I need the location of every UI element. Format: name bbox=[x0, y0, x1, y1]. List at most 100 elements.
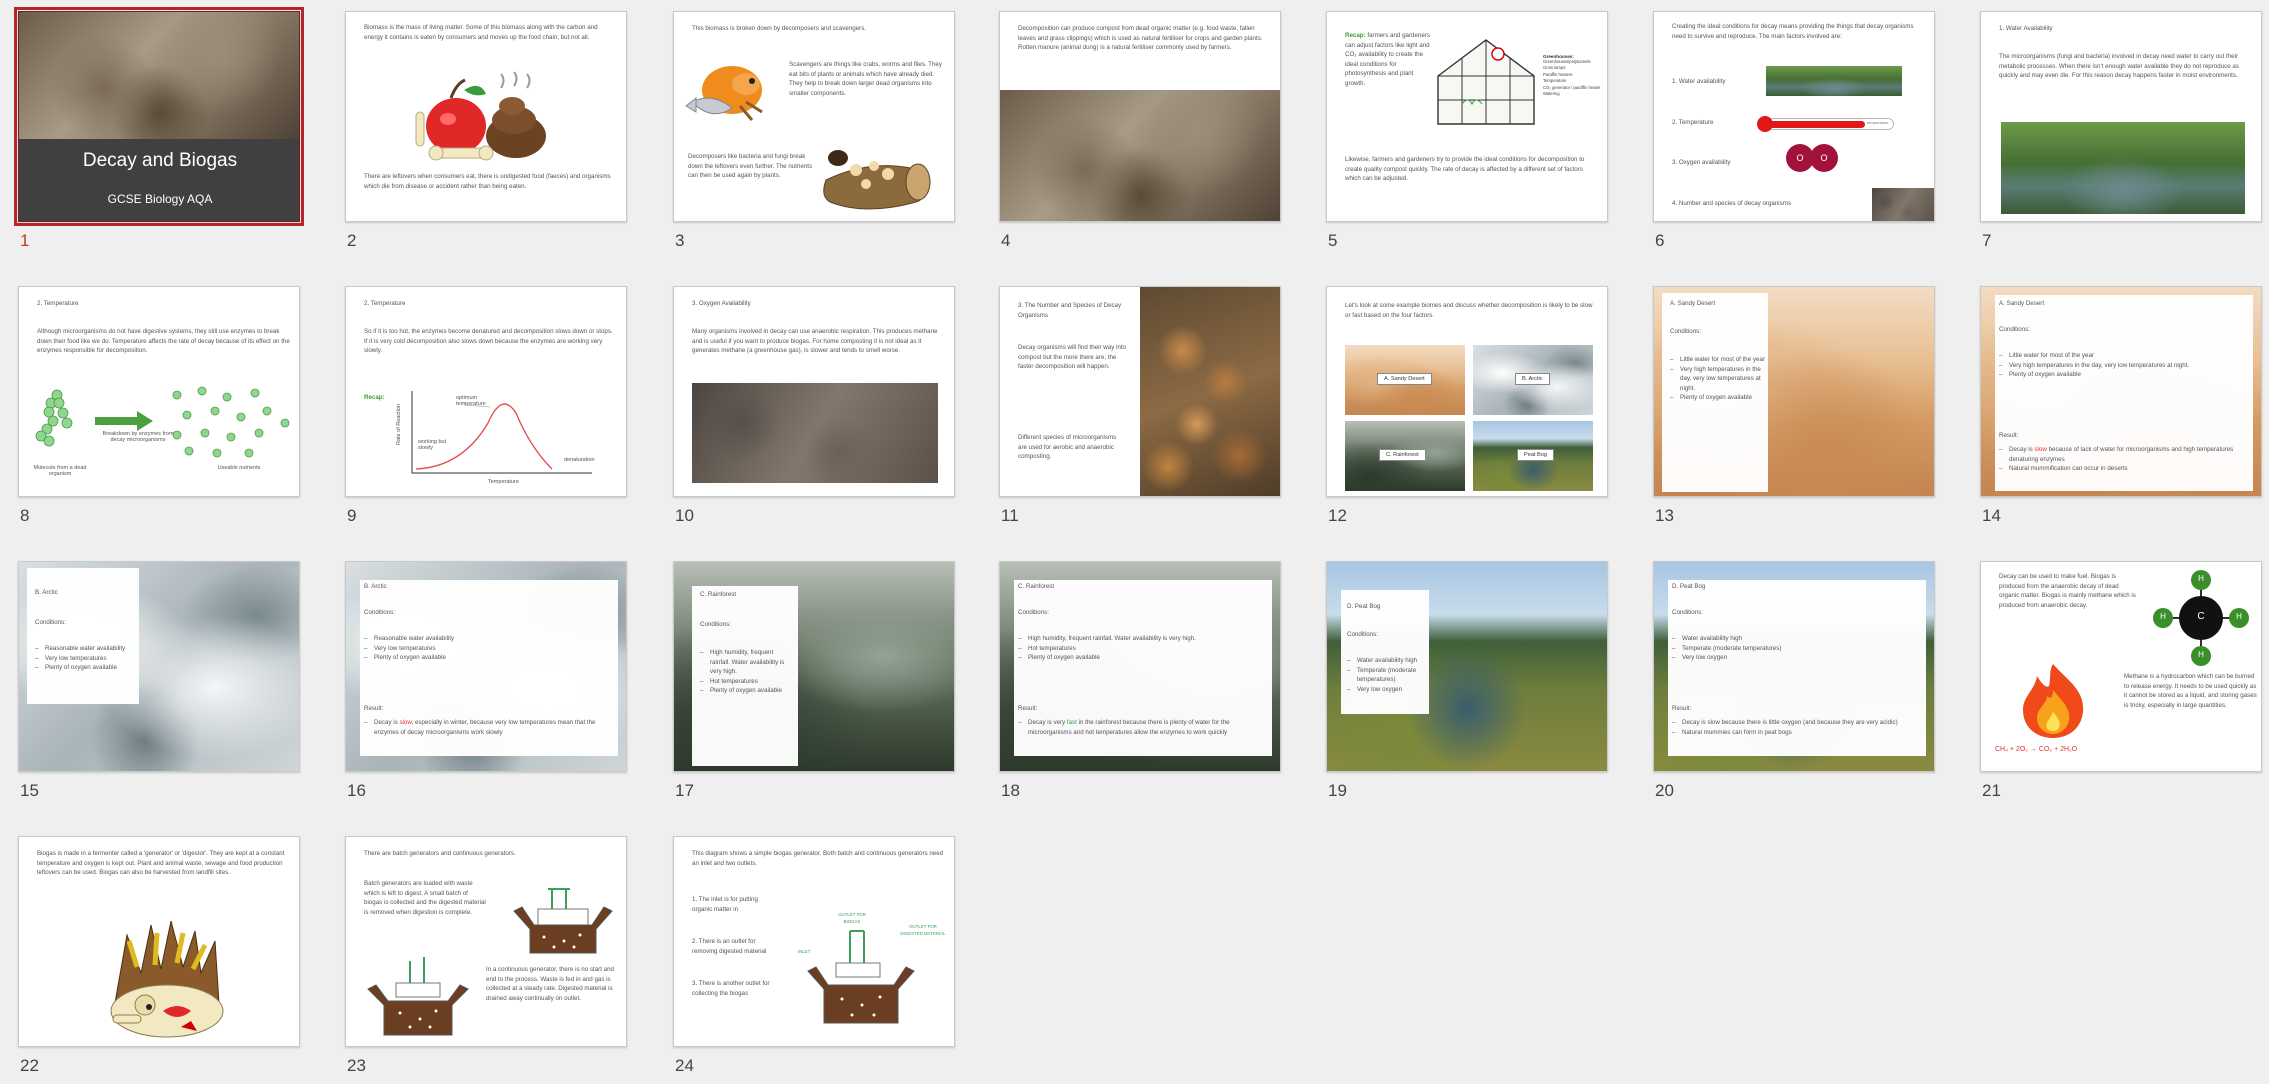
slide-number: 16 bbox=[347, 781, 366, 800]
slide-thumbnail-9[interactable]: 2. Temperature So if it is too hot, the … bbox=[345, 286, 627, 497]
slide-cell-11: 3. The Number and Species of Decay Organ… bbox=[999, 286, 1281, 525]
biome-label-desert: A. Sandy Desert bbox=[1377, 373, 1432, 385]
text-card: B. Arctic Conditions: Reasonable water a… bbox=[27, 568, 139, 704]
slide-sorter-grid: Decay and Biogas GCSE Biology AQA 1 Biom… bbox=[0, 0, 2269, 1084]
continuous-generator-illustration bbox=[367, 957, 469, 1036]
slide-thumbnail-5[interactable]: Recap: farmers and gardeners can adjust … bbox=[1326, 11, 1608, 222]
result-label: Result: bbox=[1999, 432, 2019, 439]
recap-text: farmers and gardeners can adjust factors… bbox=[1345, 32, 1430, 87]
slide-thumbnail-11[interactable]: 3. The Number and Species of Decay Organ… bbox=[999, 286, 1281, 497]
soil-photo bbox=[692, 383, 938, 483]
slide-thumbnail-1[interactable]: Decay and Biogas GCSE Biology AQA bbox=[14, 7, 304, 226]
result-item: Decay is slow because there is little ox… bbox=[1672, 718, 1922, 728]
step-item: 1. The inlet is for putting organic matt… bbox=[692, 896, 758, 913]
list-item: Water availability high bbox=[1347, 656, 1427, 666]
slide-thumbnail-21[interactable]: Decay can be used to make fuel. Biogas i… bbox=[1980, 561, 2262, 772]
landfill-waste-illustration bbox=[110, 920, 224, 1038]
greenhouse-icon bbox=[1437, 39, 1535, 125]
slide-thumbnail-16[interactable]: B. Arctic Conditions: Reasonable water a… bbox=[345, 561, 627, 772]
digested-outlet-label: OUTLET FOR DIGESTED MATERIAL bbox=[900, 924, 946, 936]
slide-heading: 1. Water Availability bbox=[1999, 25, 2053, 32]
denaturation-label: denaturation bbox=[564, 457, 595, 463]
list-item: Little water for most of the year bbox=[1670, 355, 1766, 365]
slide-thumbnail-23[interactable]: There are batch generators and continuou… bbox=[345, 836, 627, 1047]
slide-cell-3: This biomass is broken down by decompose… bbox=[673, 11, 955, 250]
list-item: Plenty of oxygen available bbox=[35, 663, 135, 673]
enzyme-breakdown-diagram bbox=[35, 386, 290, 458]
slide-cell-19: D. Peat Bog Conditions: Water availabili… bbox=[1326, 561, 1608, 800]
list-item: High humidity, frequent rainfall. Water … bbox=[700, 648, 794, 677]
slide-number: 21 bbox=[1982, 781, 2001, 800]
slide-thumbnail-6[interactable]: Creating the ideal conditions for decay … bbox=[1653, 11, 1935, 222]
slide-text: Different species of microorganisms are … bbox=[1018, 434, 1117, 461]
slide-thumbnail-3[interactable]: This biomass is broken down by decompose… bbox=[673, 11, 955, 222]
fungi-photo bbox=[1140, 287, 1280, 496]
slide-cell-17: C. Rainforest Conditions: High humidity,… bbox=[673, 561, 955, 800]
slide-thumbnail-24[interactable]: This diagram shows a simple biogas gener… bbox=[673, 836, 955, 1047]
hydrogen-label: H bbox=[2198, 574, 2204, 583]
slide-thumbnail-22[interactable]: Biogas is made in a fermenter called a '… bbox=[18, 836, 300, 1047]
log-fungi-illustration bbox=[823, 150, 931, 210]
flame-icon bbox=[2023, 664, 2084, 738]
step-item: 3. There is another outlet for collectin… bbox=[692, 980, 770, 997]
conditions-label: Conditions: bbox=[1347, 631, 1378, 638]
batch-generator-illustration bbox=[513, 888, 613, 954]
conditions-list: Little water for most of the year Very h… bbox=[1999, 351, 2247, 380]
slide-thumbnail-17[interactable]: C. Rainforest Conditions: High humidity,… bbox=[673, 561, 955, 772]
slide-heading: C. Rainforest bbox=[1018, 583, 1055, 590]
graph-xlabel: Temperature bbox=[488, 479, 519, 485]
slide-heading: D. Peat Bog bbox=[1347, 603, 1381, 610]
slide-text: Decay can be used to make fuel. Biogas i… bbox=[1999, 573, 2136, 609]
text-card: C. Rainforest Conditions: High humidity,… bbox=[692, 586, 798, 766]
step-item: 2. There is an outlet for removing diges… bbox=[692, 938, 767, 955]
slide-thumbnail-8[interactable]: 2. Temperature Although microorganisms d… bbox=[18, 286, 300, 497]
slide-heading: D. Peat Bog bbox=[1672, 583, 1706, 590]
slide-thumbnail-4[interactable]: Decomposition can produce compost from d… bbox=[999, 11, 1281, 222]
slide-heading: 3. The Number and Species of Decay Organ… bbox=[1018, 302, 1122, 319]
factor-item: 2. Temperature bbox=[1672, 119, 1714, 126]
slide-thumbnail-19[interactable]: D. Peat Bog Conditions: Water availabili… bbox=[1326, 561, 1608, 772]
oxygen-atom: O bbox=[1810, 144, 1838, 172]
slide-cell-9: 2. Temperature So if it is too hot, the … bbox=[345, 286, 627, 525]
biome-label-rainforest: C. Rainforest bbox=[1379, 449, 1426, 461]
slide-thumbnail-12[interactable]: Let's look at some example biomes and di… bbox=[1326, 286, 1608, 497]
slide-text: This diagram shows a simple biogas gener… bbox=[692, 850, 944, 867]
slide-number: 3 bbox=[675, 231, 685, 250]
conditions-list: Water availability high Temperate (moder… bbox=[1347, 656, 1427, 694]
slide-thumbnail-7[interactable]: 1. Water Availability The microorganisms… bbox=[1980, 11, 2262, 222]
list-item: Very low temperatures bbox=[364, 644, 612, 654]
slide-thumbnail-10[interactable]: 3. Oxygen Availability Many organisms in… bbox=[673, 286, 955, 497]
slide-heading: B. Arctic bbox=[35, 589, 58, 596]
combustion-equation: CH₄ + 2O₂ → CO₂ + 2H₂O bbox=[1995, 746, 2078, 753]
food-waste-illustration bbox=[415, 71, 546, 161]
slide-heading: B. Arctic bbox=[364, 583, 387, 590]
list-item: Very low temperatures bbox=[35, 654, 135, 664]
text-card: A. Sandy Desert Conditions: Little water… bbox=[1995, 295, 2253, 491]
slide-text: The microorganisms (fungi and bacteria) … bbox=[1999, 53, 2239, 80]
slide-number: 19 bbox=[1328, 781, 1347, 800]
list-item: Very low oxygen bbox=[1347, 685, 1427, 695]
text-card: A. Sandy Desert Conditions: Little water… bbox=[1662, 293, 1768, 492]
slide-text: Methane is a hydrocarbon which can be bu… bbox=[2124, 673, 2257, 709]
slide-thumbnail-2[interactable]: Biomass is the mass of living matter. So… bbox=[345, 11, 627, 222]
result-list: Decay is very fast in the rainforest bec… bbox=[1018, 718, 1268, 737]
list-item: Temperate (moderate temperatures) bbox=[1347, 666, 1427, 685]
hydrogen-label: H bbox=[2198, 650, 2204, 659]
slide-thumbnail-13[interactable]: A. Sandy Desert Conditions: Little water… bbox=[1653, 286, 1935, 497]
result-list: Decay is slow because of lack of water f… bbox=[1999, 445, 2249, 474]
slide-thumbnail-15[interactable]: B. Arctic Conditions: Reasonable water a… bbox=[18, 561, 300, 772]
slide-heading: C. Rainforest bbox=[700, 591, 737, 598]
slide-cell-2: Biomass is the mass of living matter. So… bbox=[345, 11, 627, 250]
slide-thumbnail-18[interactable]: C. Rainforest Conditions: High humidity,… bbox=[999, 561, 1281, 772]
list-item: Water availability high bbox=[1672, 634, 1924, 644]
slide-thumbnail-14[interactable]: A. Sandy Desert Conditions: Little water… bbox=[1980, 286, 2262, 497]
slide-cell-22: Biogas is made in a fermenter called a '… bbox=[18, 836, 300, 1075]
slide-heading: A. Sandy Desert bbox=[1999, 300, 2045, 307]
conditions-label: Conditions: bbox=[1999, 326, 2030, 333]
slide-thumbnail-20[interactable]: D. Peat Bog Conditions: Water availabili… bbox=[1653, 561, 1935, 772]
text-card: D. Peat Bog Conditions: Water availabili… bbox=[1668, 580, 1926, 756]
list-item: Plenty of oxygen available bbox=[700, 686, 794, 696]
text-card: C. Rainforest Conditions: High humidity,… bbox=[1014, 580, 1272, 756]
slide-text: In a continuous generator, there is no s… bbox=[486, 966, 614, 1002]
slide-text: Let's look at some example biomes and di… bbox=[1345, 302, 1593, 319]
